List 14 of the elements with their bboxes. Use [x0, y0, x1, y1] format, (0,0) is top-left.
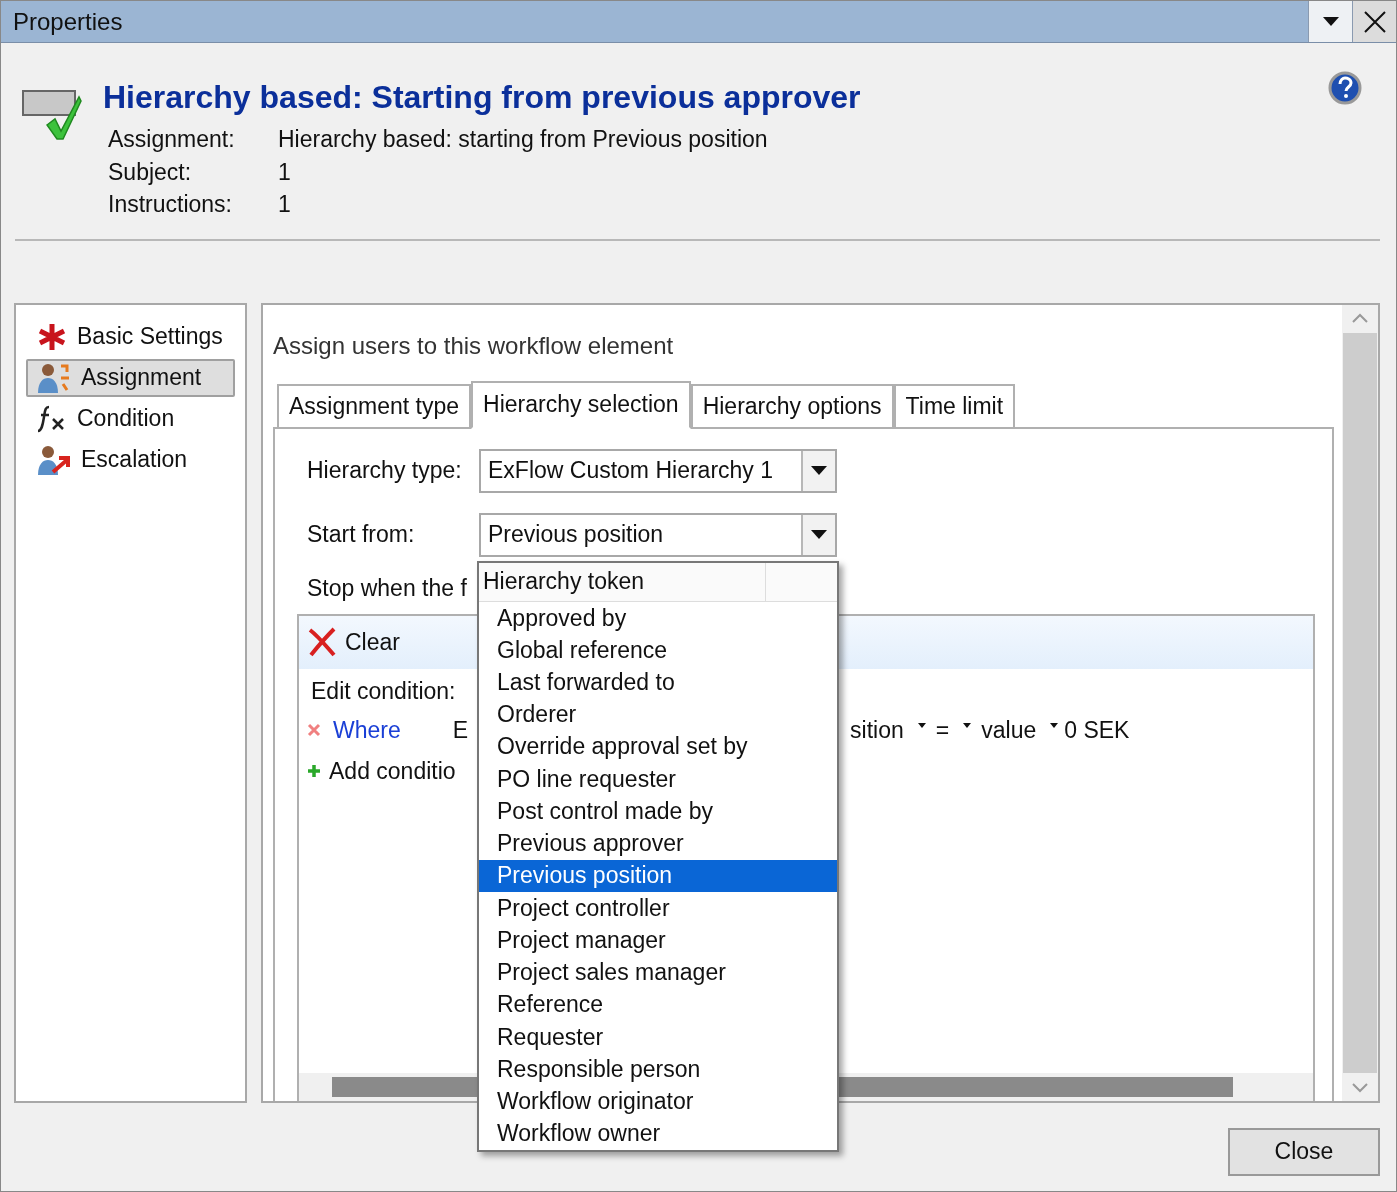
field-label: Assignment:	[108, 125, 236, 154]
field-label: Stop when the f	[306, 573, 467, 603]
field-label: Subject:	[108, 157, 193, 187]
field-value: 1	[278, 157, 292, 187]
edit-condition-label: Edit condition:	[311, 677, 456, 705]
field-label: Hierarchy type:	[307, 457, 463, 484]
field-value: 1	[278, 190, 292, 219]
field-value: Hierarchy based: starting from Previous position	[278, 125, 769, 154]
field-label: Instructions:	[108, 190, 233, 219]
page-title: Hierarchy based: Starting from previous approver	[103, 78, 861, 117]
column-header: Hierarchy token	[479, 563, 766, 601]
section-heading: Assign users to this workflow element	[273, 330, 675, 361]
window-title: Properties	[12, 7, 124, 36]
field-label: Start from:	[307, 521, 416, 548]
